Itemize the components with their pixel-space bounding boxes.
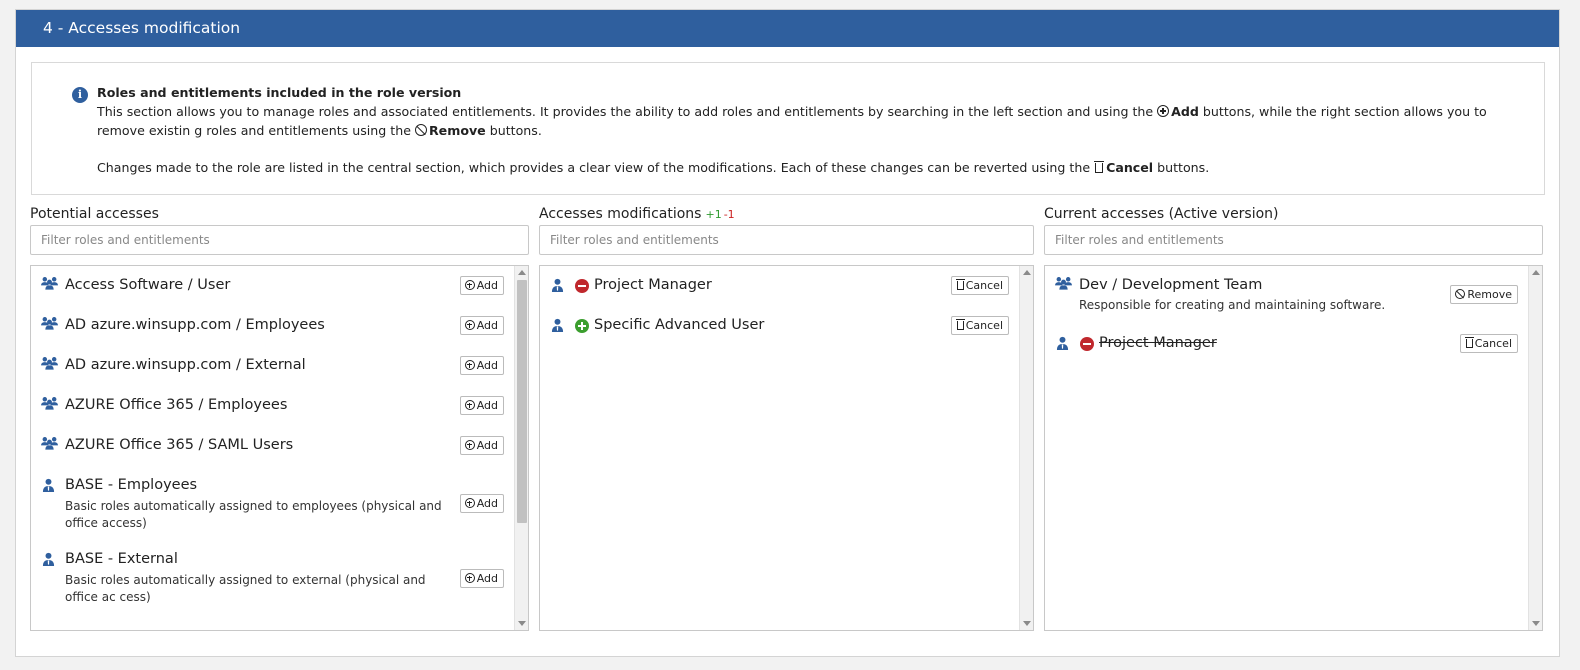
- ban-icon: [1455, 289, 1466, 299]
- trash-icon: [955, 319, 965, 330]
- item-description: Responsible for creating and maintaining…: [1079, 298, 1386, 312]
- item-name: AZURE Office 365 / Employees: [65, 397, 288, 413]
- cancel-button[interactable]: Cancel: [950, 276, 1009, 295]
- add-button[interactable]: Add: [459, 316, 504, 335]
- person-role-icon: [42, 552, 55, 567]
- scroll-down-icon[interactable]: [1532, 621, 1540, 626]
- list-item: Project Manager Cancel: [540, 266, 1019, 306]
- list-item: AZURE Office 365 / Employees Add: [31, 386, 514, 426]
- item-name: Access Software / User: [65, 277, 231, 293]
- add-button[interactable]: Add: [459, 569, 504, 588]
- add-button[interactable]: Add: [459, 356, 504, 375]
- modifications-list[interactable]: Project Manager Cancel Specific Advanced…: [539, 265, 1034, 631]
- person-role-icon: [551, 278, 564, 293]
- cancel-button[interactable]: Cancel: [950, 316, 1009, 335]
- add-button[interactable]: Add: [459, 436, 504, 455]
- plus-circle-icon: [464, 400, 475, 410]
- group-icon: [40, 396, 59, 411]
- info-paragraph-1: This section allows you to manage roles …: [97, 102, 1487, 140]
- item-description: Basic roles automatically assigned to em…: [65, 499, 442, 530]
- modifications-filter-input[interactable]: [539, 225, 1034, 255]
- list-item: Dev / Development Team Responsible for c…: [1045, 266, 1528, 324]
- info-icon: i: [72, 87, 88, 103]
- scrollbar[interactable]: [514, 266, 528, 630]
- plus-circle-icon: [464, 320, 475, 330]
- trash-icon: [1464, 337, 1474, 348]
- section-title: 4 - Accesses modification: [16, 10, 1559, 47]
- current-accesses-column: Current accesses (Active version) Dev / …: [1044, 205, 1543, 631]
- modifications-title: Accesses modifications +1 -1: [539, 206, 735, 222]
- removed-status-icon: [1080, 337, 1094, 351]
- info-box: i Roles and entitlements included in the…: [31, 62, 1545, 195]
- item-name: AD azure.winsupp.com / Employees: [65, 317, 325, 333]
- plus-circle-icon: [464, 440, 475, 450]
- current-accesses-list[interactable]: Dev / Development Team Responsible for c…: [1044, 265, 1543, 631]
- info-title: Roles and entitlements included in the r…: [97, 85, 462, 100]
- item-name: BASE - External: [65, 551, 178, 567]
- scrollbar[interactable]: [1019, 266, 1033, 630]
- trash-icon: [955, 279, 965, 290]
- scroll-up-icon[interactable]: [1532, 270, 1540, 275]
- add-button[interactable]: Add: [459, 396, 504, 415]
- plus-circle-icon: [464, 573, 475, 583]
- scroll-down-icon[interactable]: [1023, 621, 1031, 626]
- list-item: Specific Advanced User Cancel: [540, 306, 1019, 346]
- plus-circle-icon: [1157, 105, 1170, 117]
- potential-accesses-list[interactable]: Access Software / User Add AD azure.wins…: [30, 265, 529, 631]
- list-item: Project Manager Cancel: [1045, 324, 1528, 364]
- list-item: AD azure.winsupp.com / External Add: [31, 346, 514, 386]
- group-icon: [40, 316, 59, 331]
- group-icon: [40, 436, 59, 451]
- item-name: Project Manager: [594, 277, 712, 293]
- group-icon: [40, 276, 59, 291]
- list-item: BASE - External Basic roles automaticall…: [31, 540, 514, 614]
- potential-filter-input[interactable]: [30, 225, 529, 255]
- plus-circle-icon: [464, 360, 475, 370]
- item-name: AD azure.winsupp.com / External: [65, 357, 306, 373]
- info-paragraph-2: Changes made to the role are listed in t…: [97, 158, 1210, 177]
- cancel-button[interactable]: Cancel: [1459, 334, 1518, 353]
- scroll-up-icon[interactable]: [518, 270, 526, 275]
- scrollbar[interactable]: [1528, 266, 1542, 630]
- add-button[interactable]: Add: [459, 276, 504, 295]
- list-item: Access Software / User Add: [31, 266, 514, 306]
- current-filter-input[interactable]: [1044, 225, 1543, 255]
- current-accesses-title: Current accesses (Active version): [1044, 206, 1279, 222]
- scroll-thumb[interactable]: [517, 280, 527, 523]
- list-item: BASE - Employees Basic roles automatical…: [31, 466, 514, 540]
- trash-icon: [1094, 161, 1105, 173]
- list-item: AZURE Office 365 / SAML Users Add: [31, 426, 514, 466]
- scroll-down-icon[interactable]: [518, 621, 526, 626]
- remove-button[interactable]: Remove: [1450, 285, 1518, 304]
- removed-status-icon: [575, 279, 589, 293]
- item-name: BASE - Employees: [65, 477, 198, 493]
- potential-accesses-column: Potential accesses Access Software / Use…: [30, 205, 529, 631]
- add-button[interactable]: Add: [459, 494, 504, 513]
- person-role-icon: [1056, 336, 1069, 351]
- item-name: Dev / Development Team: [1079, 277, 1263, 293]
- group-icon: [40, 356, 59, 371]
- removed-count: -1: [723, 208, 735, 221]
- added-status-icon: [575, 319, 589, 333]
- plus-circle-icon: [464, 498, 475, 508]
- inline-remove-reference: Remove: [414, 121, 486, 140]
- modifications-column: Accesses modifications+1-1 Project Manag…: [539, 205, 1034, 631]
- plus-circle-icon: [464, 280, 475, 290]
- list-item: AD azure.winsupp.com / Employees Add: [31, 306, 514, 346]
- person-role-icon: [551, 318, 564, 333]
- item-name: Project Manager: [1099, 335, 1217, 351]
- info-text: Roles and entitlements included in the r…: [97, 83, 1517, 177]
- item-name: Specific Advanced User: [594, 317, 765, 333]
- inline-cancel-reference: Cancel: [1094, 158, 1153, 177]
- ban-icon: [414, 124, 427, 136]
- item-description: Basic roles automatically assigned to ex…: [65, 573, 426, 604]
- group-icon: [1054, 276, 1073, 291]
- potential-accesses-title: Potential accesses: [30, 206, 159, 222]
- item-name: AZURE Office 365 / SAML Users: [65, 437, 294, 453]
- person-role-icon: [42, 478, 55, 493]
- inline-add-reference: Add: [1157, 102, 1199, 121]
- scroll-up-icon[interactable]: [1023, 270, 1031, 275]
- added-count: +1: [705, 208, 722, 221]
